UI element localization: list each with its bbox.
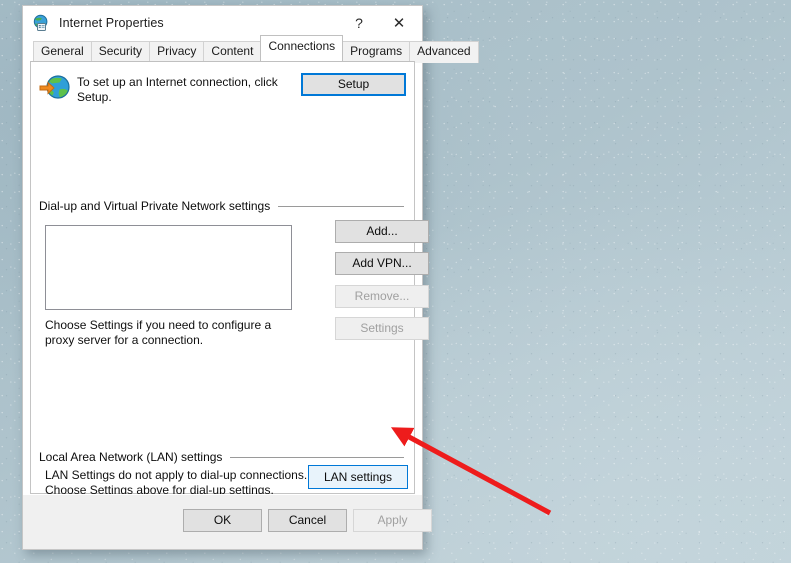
tab-advanced[interactable]: Advanced — [409, 41, 479, 63]
tab-strip: General Security Privacy Content Connect… — [23, 35, 479, 63]
connections-tab-panel: To set up an Internet connection, click … — [30, 61, 429, 497]
globe-connection-icon — [39, 73, 71, 103]
window-controls: ? ✕ — [342, 6, 422, 39]
lan-group-text: Local Area Network (LAN) settings — [39, 450, 223, 464]
dialup-group-label: Dial-up and Virtual Private Network sett… — [39, 199, 406, 213]
close-icon[interactable]: ✕ — [376, 6, 422, 39]
settings-button: Settings — [335, 317, 429, 340]
lan-group-label: Local Area Network (LAN) settings — [39, 450, 406, 464]
window-title: Internet Properties — [59, 15, 164, 30]
internet-properties-dialog: Internet Properties ? ✕ General Security… — [22, 5, 479, 550]
proxy-hint-text: Choose Settings if you need to configure… — [45, 318, 272, 347]
tab-general[interactable]: General — [33, 41, 92, 63]
lan-settings-button[interactable]: LAN settings — [308, 465, 408, 489]
internet-properties-icon — [32, 14, 50, 32]
tab-connections[interactable]: Connections — [260, 35, 344, 61]
title-bar: Internet Properties ? ✕ — [23, 6, 422, 39]
tab-privacy[interactable]: Privacy — [149, 41, 205, 63]
help-button[interactable]: ? — [342, 6, 376, 39]
tab-security[interactable]: Security — [90, 41, 151, 63]
dialup-group-text: Dial-up and Virtual Private Network sett… — [39, 199, 271, 213]
setup-button[interactable]: Setup — [301, 73, 406, 96]
cancel-button[interactable]: Cancel — [268, 509, 347, 532]
tab-programs[interactable]: Programs — [342, 41, 411, 63]
lan-group-divider — [230, 456, 404, 458]
dialup-connections-list[interactable] — [45, 225, 292, 310]
add-button[interactable]: Add... — [335, 220, 429, 243]
dialog-footer: OK Cancel Apply — [23, 494, 432, 549]
add-vpn-button[interactable]: Add VPN... — [335, 252, 429, 275]
remove-button: Remove... — [335, 285, 429, 308]
setup-description: To set up an Internet connection, click … — [77, 75, 278, 104]
dialup-group-divider — [278, 205, 404, 207]
ok-button[interactable]: OK — [183, 509, 262, 532]
apply-button: Apply — [353, 509, 432, 532]
tab-content[interactable]: Content — [203, 41, 262, 63]
